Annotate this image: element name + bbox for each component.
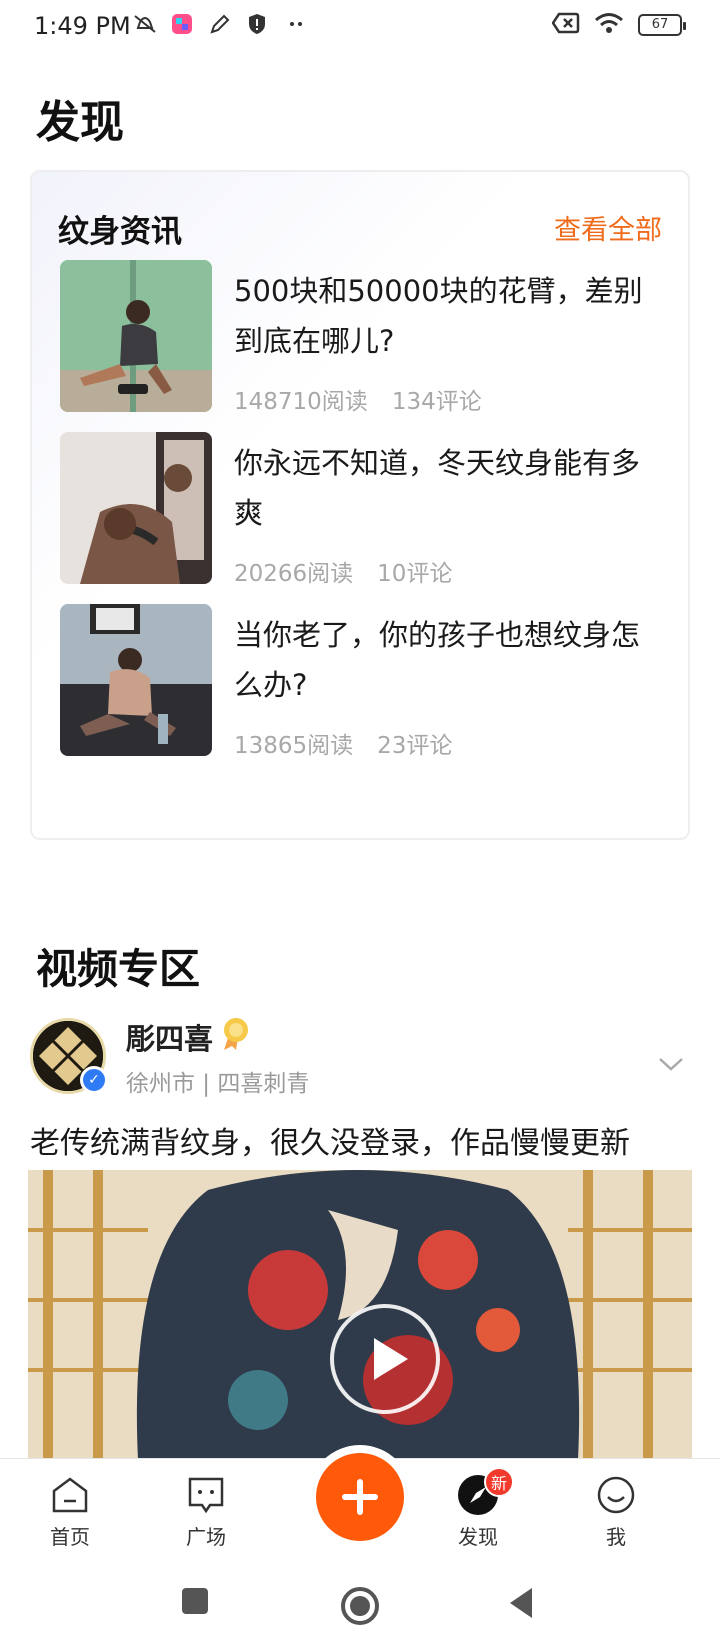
article-meta: 20266阅读 10评论 — [234, 554, 452, 588]
back-button[interactable] — [506, 1586, 536, 1624]
nav-item-plaza[interactable]: 广场 — [166, 1473, 246, 1550]
author-name[interactable]: 彫四喜 — [126, 1016, 213, 1058]
page-title: 发现 — [36, 97, 124, 148]
author-location: 徐州市 | 四喜刺青 — [126, 1071, 310, 1097]
play-button-icon[interactable] — [330, 1304, 440, 1414]
article-item[interactable]: 当你老了，你的孩子也想纹身怎么办? 13865阅读 23评论 — [60, 604, 670, 759]
article-title: 你永远不知道，冬天纹身能有多爽 — [234, 446, 641, 530]
article-meta: 148710阅读 134评论 — [234, 382, 482, 416]
article-thumbnail — [60, 432, 212, 584]
system-nav-bar — [0, 1568, 720, 1650]
article-item[interactable]: 你永远不知道，冬天纹身能有多爽 20266阅读 10评论 — [60, 432, 670, 587]
comment-count: 23评论 — [377, 733, 453, 759]
chevron-down-icon[interactable] — [658, 1056, 683, 1080]
back-triangle-icon — [510, 1588, 532, 1618]
nav-item-home[interactable]: 首页 — [30, 1473, 110, 1550]
tattoo-news-card: 纹身资讯 查看全部 500块和50000块的花臂，差别到底在哪儿? 148710… — [30, 170, 690, 840]
status-icons-right: 67 — [551, 12, 686, 38]
read-count: 20266阅读 — [234, 561, 354, 587]
more-dots-icon — [284, 12, 308, 36]
read-count: 148710阅读 — [234, 389, 368, 415]
article-meta: 13865阅读 23评论 — [234, 726, 452, 760]
medal-icon — [220, 1016, 252, 1052]
mute-icon — [132, 12, 156, 36]
video-player[interactable] — [28, 1170, 692, 1460]
nav-label: 发现 — [458, 1525, 498, 1549]
comment-count: 10评论 — [377, 561, 453, 587]
status-icons-left — [132, 12, 308, 36]
nav-label: 首页 — [50, 1525, 90, 1549]
status-time: 1:49 PM — [34, 12, 131, 40]
verified-badge-icon: ✓ — [80, 1066, 108, 1094]
article-thumbnail — [60, 260, 212, 412]
edit-icon — [208, 12, 232, 36]
circle-icon — [341, 1587, 379, 1625]
status-bar: 1:49 PM 67 — [0, 0, 720, 56]
nav-label: 广场 — [186, 1525, 226, 1549]
smiley-icon — [597, 1476, 635, 1514]
chat-square-icon — [188, 1477, 224, 1514]
nav-label: 我 — [606, 1525, 626, 1549]
bottom-nav: 首页 广场 新 发现 我 — [0, 1453, 720, 1568]
recent-apps-button[interactable] — [180, 1586, 210, 1620]
shield-icon — [246, 12, 270, 36]
article-title: 当你老了，你的孩子也想纹身怎么办? — [234, 618, 641, 702]
app-icon — [170, 12, 194, 36]
comment-count: 134评论 — [391, 389, 482, 415]
news-section-title: 纹身资讯 — [58, 214, 182, 250]
home-icon — [52, 1477, 88, 1513]
article-title: 500块和50000块的花臂，差别到底在哪儿? — [234, 274, 643, 358]
home-system-button[interactable] — [340, 1586, 380, 1630]
article-item[interactable]: 500块和50000块的花臂，差别到底在哪儿? 148710阅读 134评论 — [60, 260, 670, 415]
video-section-title: 视频专区 — [36, 945, 200, 993]
post-text: 老传统满背纹身，很久没登录，作品慢慢更新 — [30, 1126, 630, 1161]
nav-item-discover[interactable]: 新 发现 — [438, 1467, 518, 1550]
plus-icon — [342, 1479, 378, 1515]
battery-indicator: 67 — [638, 14, 686, 36]
nav-item-me[interactable]: 我 — [576, 1473, 656, 1550]
view-all-link[interactable]: 查看全部 — [554, 208, 662, 247]
square-icon — [182, 1588, 208, 1614]
no-sim-icon — [551, 12, 580, 38]
new-badge: 新 — [484, 1467, 514, 1497]
add-post-button[interactable] — [316, 1453, 404, 1541]
article-thumbnail — [60, 604, 212, 756]
wifi-icon — [594, 12, 624, 38]
read-count: 13865阅读 — [234, 733, 354, 759]
